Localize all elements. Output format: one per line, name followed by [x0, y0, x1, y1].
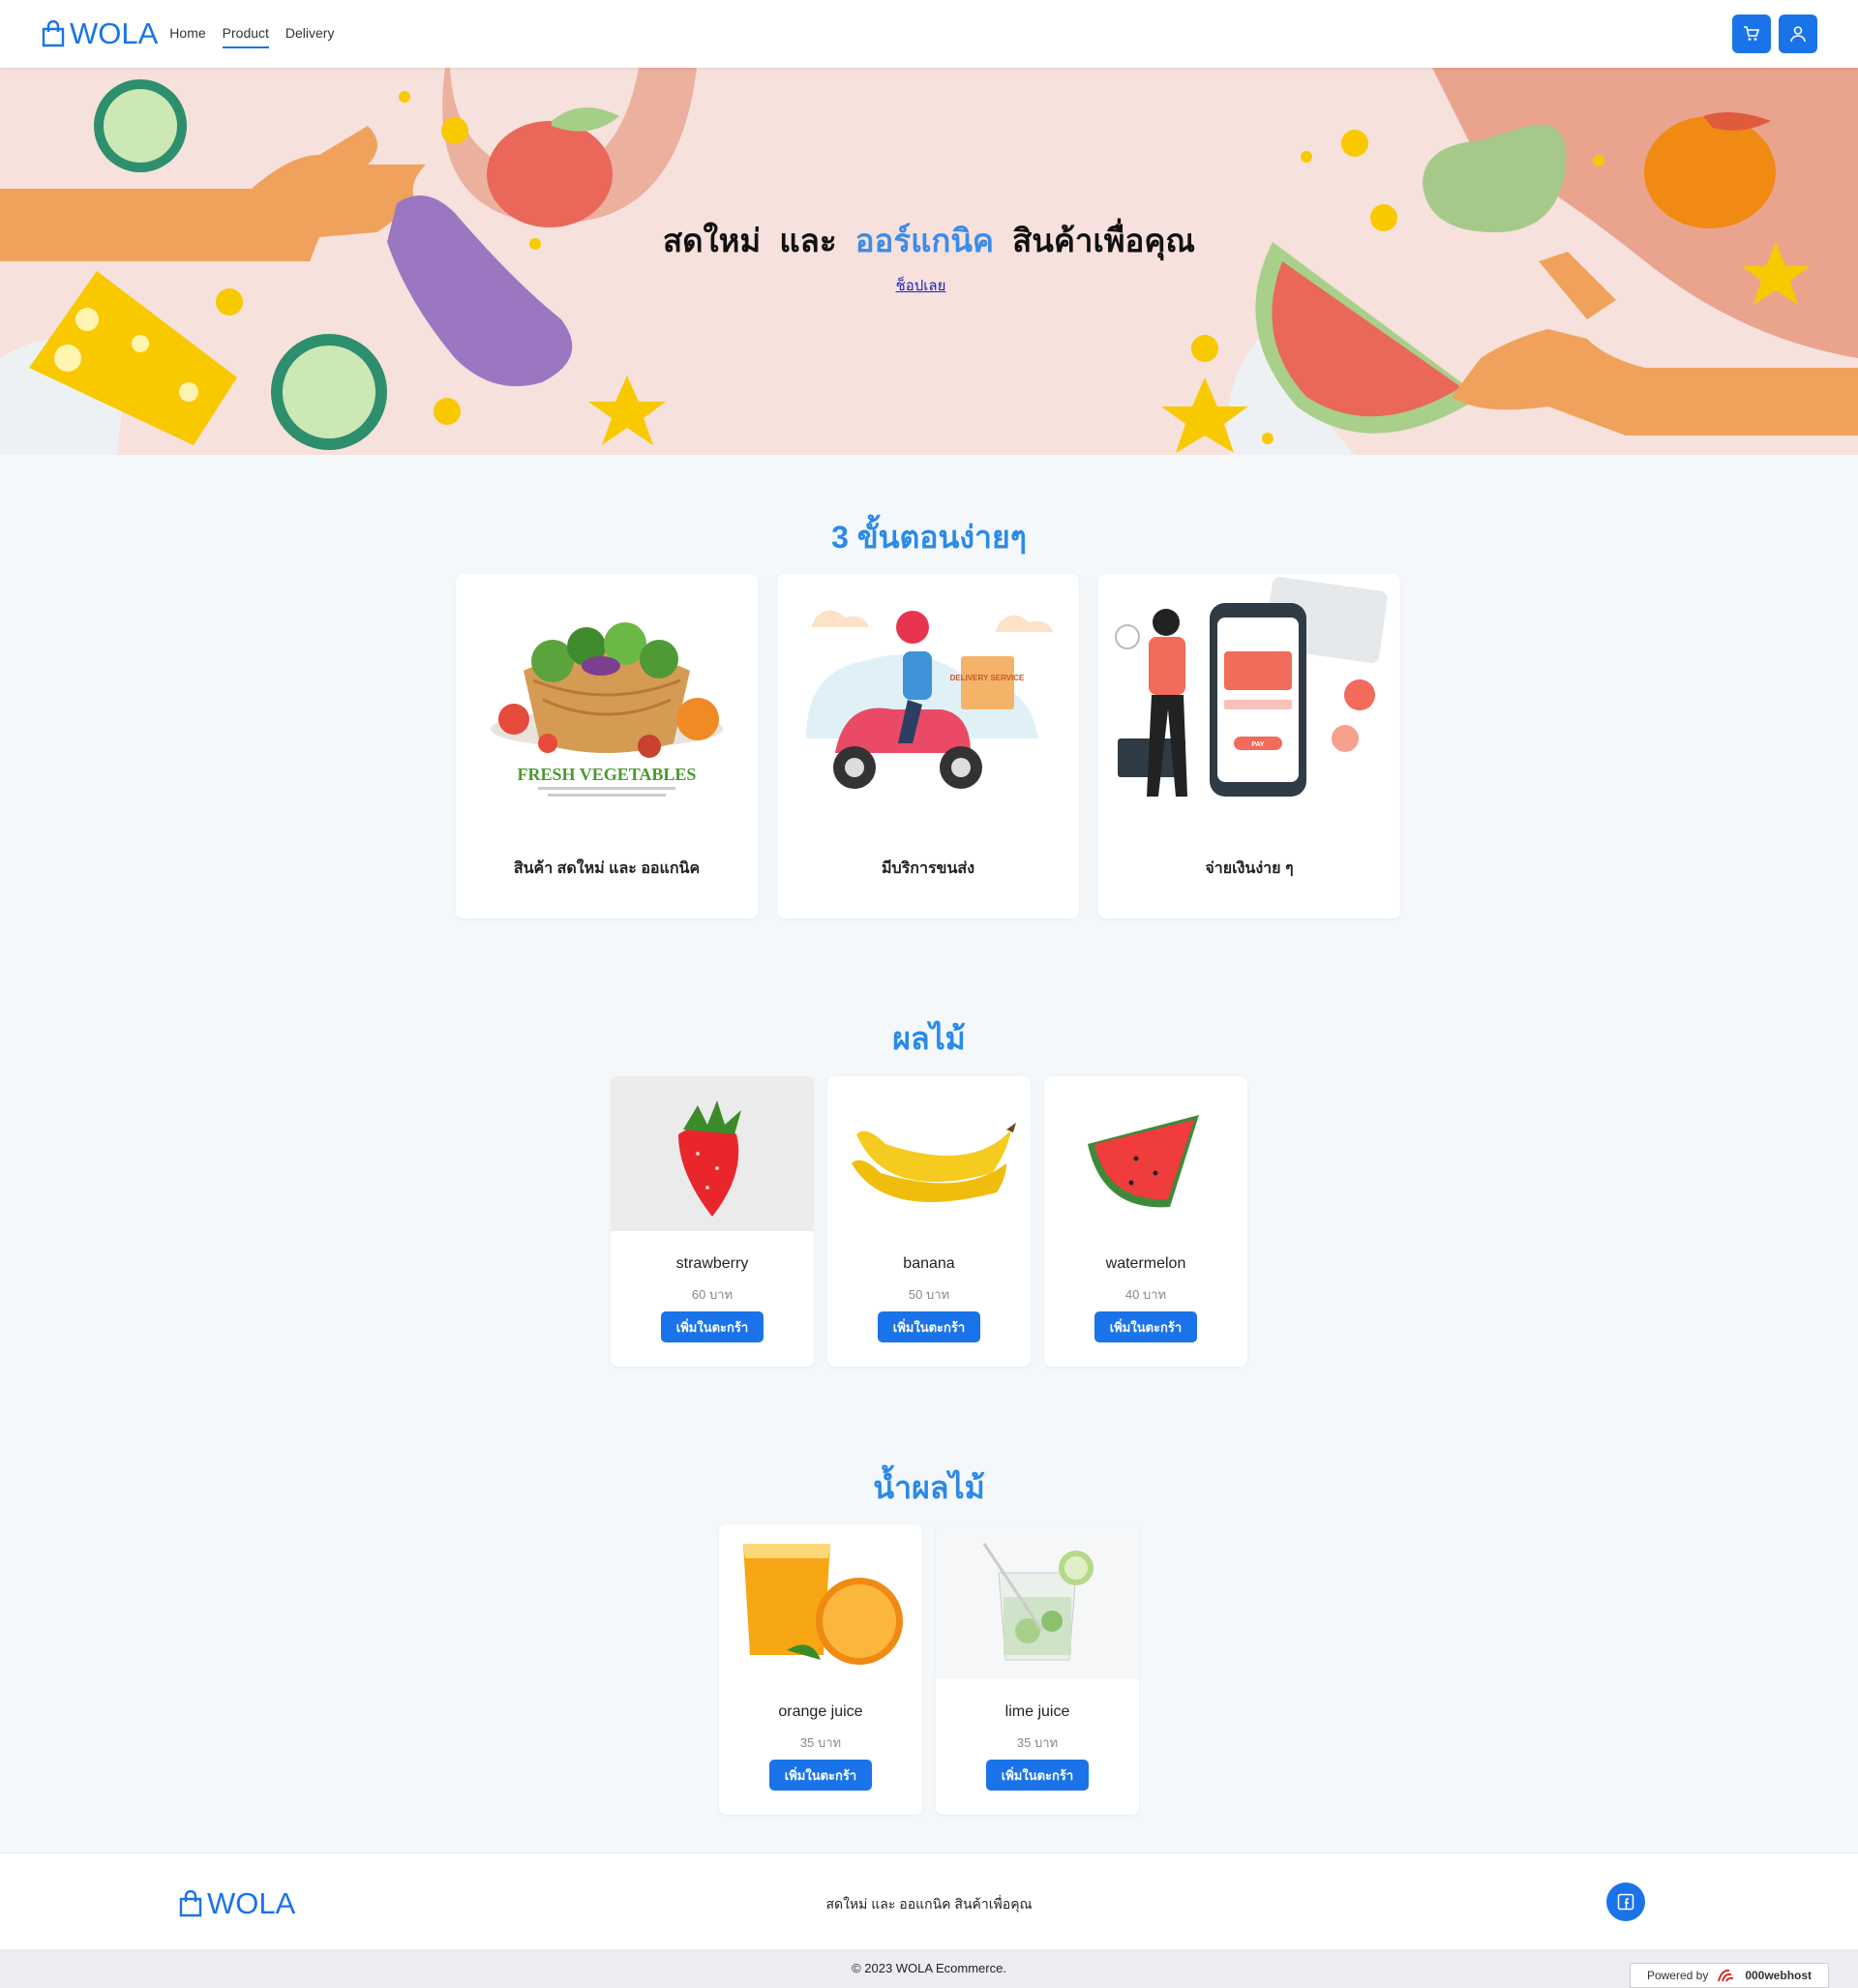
hero-title-and: และ [779, 223, 837, 258]
step-card-payment: PAY จ่ายเงินง่าย ๆ [1098, 574, 1400, 919]
fruits-title: ผลไม้ [892, 1021, 966, 1056]
product-name: lime juice [1004, 1703, 1070, 1720]
nav-links: Home Product Delivery [169, 19, 334, 48]
steps-title: 3 ขั้นตอนง่ายๆ [831, 520, 1027, 555]
lime-juice-image [936, 1524, 1139, 1679]
hero-title-organic: ออร์แกนิค [854, 223, 994, 258]
shopping-bag-icon [42, 20, 65, 47]
pay-button-text: PAY [1251, 741, 1265, 748]
product-price: 35 บาท [1016, 1735, 1059, 1750]
add-to-cart-button[interactable]: เพิ่มในตะกร้า [986, 1760, 1089, 1791]
hero-title-fresh: สดใหม่ [662, 223, 762, 258]
footer: WOLA สดใหม่ และ ออแกนิค สินค้าเพื่อคุณ [0, 1852, 1858, 1949]
step-label-payment: จ่ายเงินง่าย ๆ [1205, 860, 1294, 877]
orange-juice-image [719, 1524, 922, 1679]
hero-title-for-you: สินค้าเพื่อคุณ [1012, 223, 1196, 258]
strawberry-image [611, 1076, 814, 1231]
product-name: orange juice [778, 1703, 863, 1720]
nav-link-delivery[interactable]: Delivery [285, 19, 335, 48]
watermelon-image [1044, 1076, 1247, 1231]
copyright-bar: © 2023 WOLA Ecommerce. Powered by 000web… [0, 1949, 1858, 1988]
product-name: watermelon [1105, 1255, 1186, 1272]
navbar: WOLA Home Product Delivery [0, 0, 1858, 68]
fresh-vegetables-caption: FRESH VEGETABLES [518, 765, 697, 784]
user-button[interactable] [1779, 15, 1817, 53]
delivery-scooter-image: DELIVERY SERVICE [806, 610, 1053, 789]
product-card-strawberry: strawberry 60 บาท เพิ่มในตะกร้า [611, 1076, 814, 1367]
facebook-button[interactable] [1606, 1883, 1645, 1921]
step-label-fresh: สินค้า สดใหม่ และ ออแกนิค [513, 860, 701, 877]
powered-by-badge[interactable]: Powered by 000webhost [1630, 1963, 1829, 1988]
cart-icon [1744, 26, 1760, 41]
add-to-cart-button[interactable]: เพิ่มในตะกร้า [1094, 1311, 1197, 1342]
cart-button[interactable] [1732, 15, 1771, 53]
product-name: banana [903, 1255, 955, 1272]
product-price: 40 บาท [1124, 1287, 1167, 1302]
nav-actions [1732, 15, 1817, 53]
footer-tagline: สดใหม่ และ ออแกนิค สินค้าเพื่อคุณ [825, 1896, 1033, 1912]
brand-logo[interactable]: WOLA [41, 16, 158, 51]
juices-title: น้ำผลไม้ [873, 1470, 985, 1505]
hero-title: สดใหม่ และ ออร์แกนิค สินค้าเพื่อคุณ [0, 215, 1858, 266]
host-name: 000webhost [1745, 1969, 1813, 1982]
add-to-cart-button[interactable]: เพิ่มในตะกร้า [878, 1311, 980, 1342]
powered-by-label: Powered by [1646, 1969, 1709, 1982]
product-name: strawberry [675, 1255, 749, 1272]
user-icon [1790, 26, 1806, 43]
mobile-payment-image: PAY [1115, 577, 1388, 797]
hero-banner: สดใหม่ และ ออร์แกนิค สินค้าเพื่อคุณ ช็อป… [0, 68, 1858, 455]
nav-link-product[interactable]: Product [222, 19, 269, 48]
product-price: 35 บาท [799, 1735, 842, 1750]
delivery-box-text: DELIVERY SERVICE [950, 674, 1025, 682]
facebook-icon [1617, 1893, 1634, 1911]
product-price: 60 บาท [691, 1287, 734, 1302]
brand-name: WOLA [70, 16, 159, 50]
product-price: 50 บาท [908, 1287, 950, 1302]
add-to-cart-button[interactable]: เพิ่มในตะกร้า [661, 1311, 764, 1342]
vegetable-basket-image: FRESH VEGETABLES [491, 622, 723, 797]
product-card-banana: banana 50 บาท เพิ่มในตะกร้า [827, 1076, 1031, 1367]
step-card-delivery: DELIVERY SERVICE มีบริการขนส่ง [777, 574, 1079, 919]
nav-link-home[interactable]: Home [169, 19, 205, 48]
product-card-lime-juice: lime juice 35 บาท เพิ่มในตะกร้า [936, 1524, 1139, 1815]
step-label-delivery: มีบริการขนส่ง [881, 860, 974, 877]
banana-image [827, 1076, 1031, 1231]
host-logo-icon [1718, 1969, 1734, 1982]
product-card-watermelon: watermelon 40 บาท เพิ่มในตะกร้า [1044, 1076, 1247, 1367]
shop-now-link[interactable]: ช็อปเลย [0, 274, 1842, 297]
step-card-fresh: FRESH VEGETABLES สินค้า สดใหม่ และ ออแกน… [456, 574, 758, 919]
product-card-orange-juice: orange juice 35 บาท เพิ่มในตะกร้า [719, 1524, 922, 1815]
copyright-text: © 2023 WOLA Ecommerce. [852, 1961, 1006, 1975]
add-to-cart-button[interactable]: เพิ่มในตะกร้า [769, 1760, 872, 1791]
